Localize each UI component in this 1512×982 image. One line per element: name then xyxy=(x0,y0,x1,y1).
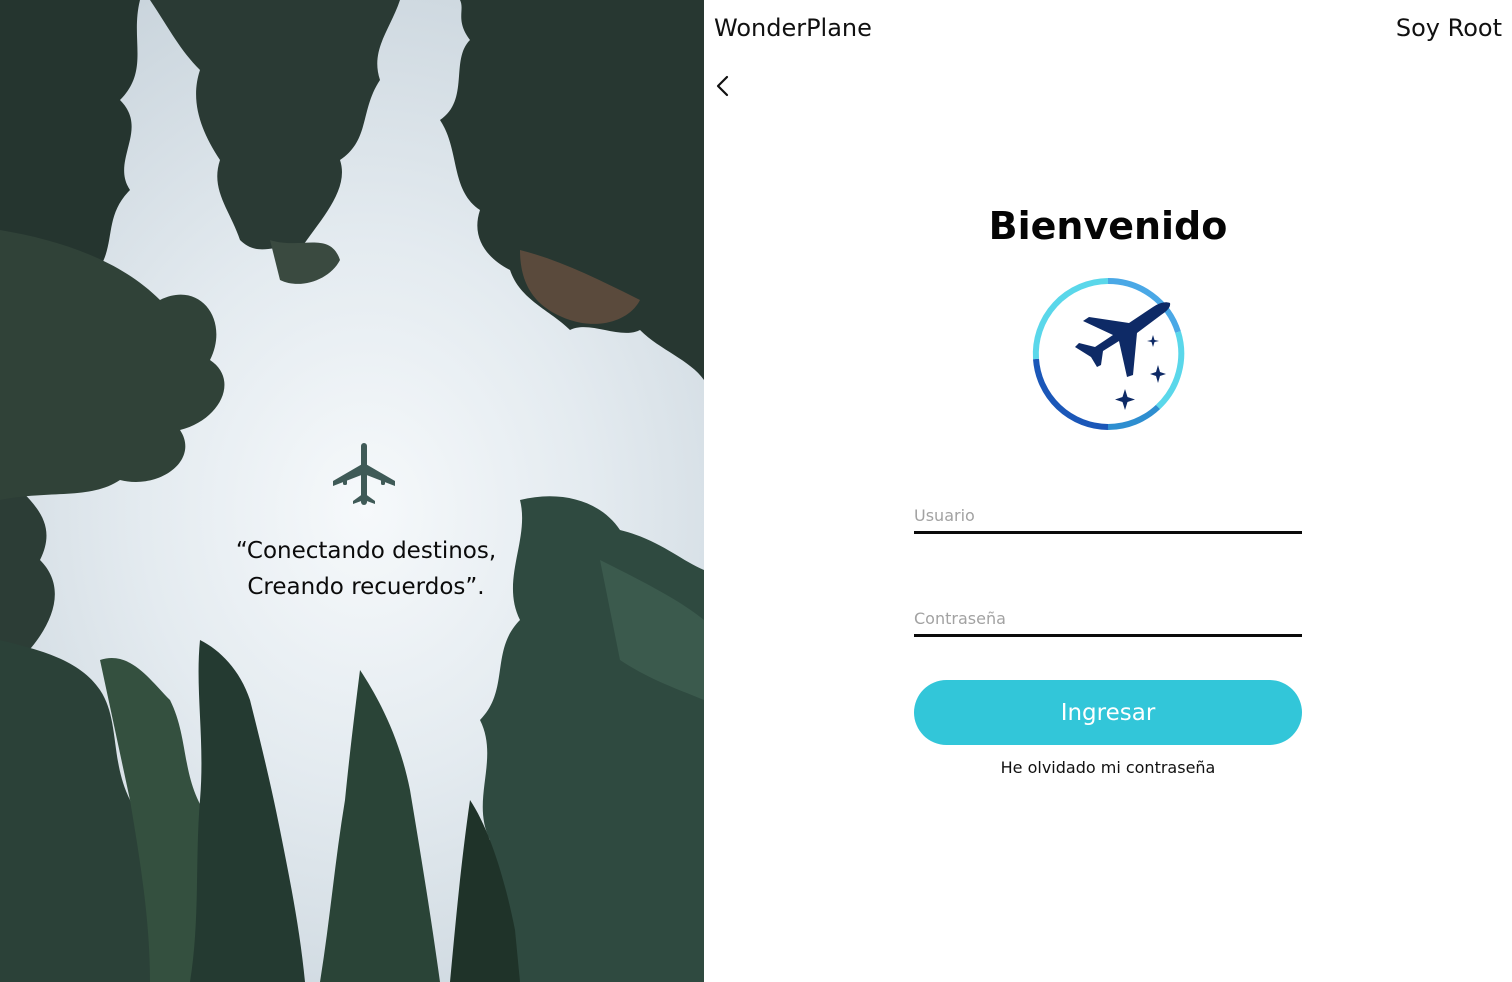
chevron-left-icon xyxy=(716,75,729,97)
username-input[interactable] xyxy=(914,506,1302,525)
submit-button[interactable]: Ingresar xyxy=(914,680,1302,745)
hero-quote-line-2: Creando recuerdos”. xyxy=(247,574,485,600)
hero-quote-line-1: “Conectando destinos, xyxy=(235,538,497,564)
hero-quote: “Conectando destinos, Creando recuerdos”… xyxy=(160,533,572,605)
user-name-label[interactable]: Soy Root xyxy=(1396,12,1502,44)
password-input[interactable] xyxy=(914,609,1302,628)
welcome-title: Bienvenido xyxy=(988,204,1228,248)
hero-panel: “Conectando destinos, Creando recuerdos”… xyxy=(0,0,704,982)
back-button[interactable] xyxy=(710,72,736,100)
brand-name: WonderPlane xyxy=(714,14,872,42)
forgot-password-link[interactable]: He olvidado mi contraseña xyxy=(914,756,1302,780)
login-page: “Conectando destinos, Creando recuerdos”… xyxy=(0,0,1512,982)
plane-stars-logo-icon xyxy=(1032,277,1185,430)
airplane-icon xyxy=(333,443,395,505)
password-field xyxy=(914,594,1302,637)
username-field xyxy=(914,491,1302,534)
